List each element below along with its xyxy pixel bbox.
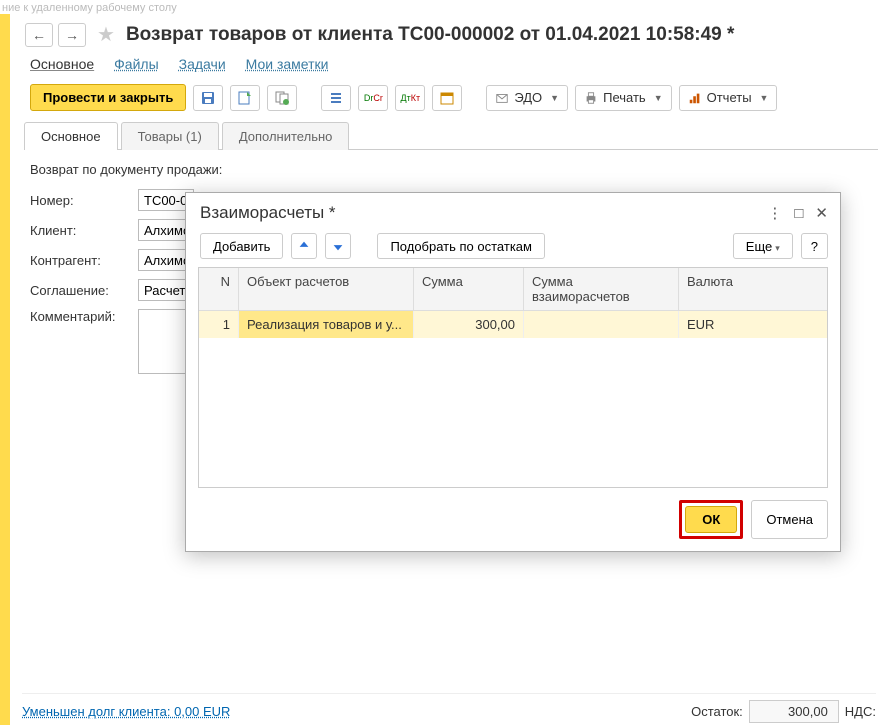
contragent-label: Контрагент: (30, 253, 138, 268)
chevron-down-icon: ▼ (550, 93, 559, 103)
cell-currency[interactable]: EUR (679, 311, 827, 338)
cell-n: 1 (199, 311, 239, 338)
nds-label: НДС: (845, 704, 876, 719)
link-main[interactable]: Основное (30, 56, 94, 72)
dialog-close-icon[interactable]: ✕ (815, 204, 828, 222)
link-files[interactable]: Файлы (114, 56, 158, 72)
list-icon[interactable] (321, 85, 351, 111)
debt-reduced-link[interactable]: Уменьшен долг клиента: 0,00 EUR (22, 704, 230, 719)
pick-by-balance-button[interactable]: Подобрать по остаткам (377, 233, 545, 259)
tab-main[interactable]: Основное (24, 122, 118, 150)
table-row[interactable]: 1 Реализация товаров и у... 300,00 EUR (199, 311, 827, 338)
star-icon[interactable]: ★ (97, 22, 115, 47)
edo-dropdown[interactable]: ЭДО ▼ (486, 85, 568, 111)
dr-cr-icon[interactable]: DrCr (358, 85, 388, 111)
post-icon[interactable] (230, 85, 260, 111)
page-title: Возврат товаров от клиента ТС00-000002 о… (126, 24, 734, 46)
ok-highlight-box: ОК (679, 500, 743, 539)
settlements-dialog: Взаиморасчеты * ⋮ □ ✕ Добавить Подобрать… (185, 192, 841, 552)
print-dropdown[interactable]: Печать ▼ (575, 85, 672, 111)
print-label: Печать (603, 90, 646, 105)
move-down-button[interactable] (325, 233, 351, 259)
client-label: Клиент: (30, 223, 138, 238)
remote-desktop-caption: ние к удаленному рабочему столу (0, 0, 888, 14)
chevron-down-icon: ▼ (654, 93, 663, 103)
dialog-title: Взаиморасчеты * (200, 203, 336, 223)
col-currency: Валюта (679, 268, 827, 310)
cell-object[interactable]: Реализация товаров и у... (239, 311, 414, 338)
balance-label: Остаток: (691, 704, 743, 719)
cell-sum[interactable]: 300,00 (414, 311, 524, 338)
balance-value: 300,00 (749, 700, 839, 723)
reports-label: Отчеты (707, 90, 752, 105)
more-button[interactable]: Еще▾ (733, 233, 793, 259)
tab-extra[interactable]: Дополнительно (222, 122, 350, 150)
tab-goods[interactable]: Товары (1) (121, 122, 219, 150)
forward-button[interactable]: → (58, 23, 86, 47)
reports-dropdown[interactable]: Отчеты ▼ (679, 85, 778, 111)
save-icon[interactable] (193, 85, 223, 111)
dialog-menu-icon[interactable]: ⋮ (767, 204, 782, 222)
cell-mutual[interactable] (524, 311, 679, 338)
chevron-down-icon: ▼ (760, 93, 769, 103)
calendar-icon[interactable] (432, 85, 462, 111)
settlements-table[interactable]: N Объект расчетов Сумма Сумма взаиморасч… (198, 267, 828, 488)
agreement-label: Соглашение: (30, 283, 138, 298)
yellow-side-bar (0, 14, 10, 725)
dt-kt-icon[interactable]: ДтКт (395, 85, 425, 111)
link-notes[interactable]: Мои заметки (246, 56, 329, 72)
number-label: Номер: (30, 193, 138, 208)
dialog-maximize-icon[interactable]: □ (794, 205, 803, 222)
cancel-button[interactable]: Отмена (751, 500, 828, 539)
create-based-icon[interactable] (267, 85, 297, 111)
move-up-button[interactable] (291, 233, 317, 259)
chevron-down-icon: ▾ (775, 243, 780, 253)
post-and-close-button[interactable]: Провести и закрыть (30, 84, 186, 111)
return-by-document-label: Возврат по документу продажи: (20, 158, 878, 185)
col-object: Объект расчетов (239, 268, 414, 310)
more-label: Еще (746, 239, 772, 254)
help-button[interactable]: ? (801, 233, 828, 259)
back-button[interactable]: ← (25, 23, 53, 47)
edo-label: ЭДО (514, 90, 542, 105)
link-tasks[interactable]: Задачи (179, 56, 226, 72)
col-sum: Сумма (414, 268, 524, 310)
ok-button[interactable]: ОК (685, 506, 737, 533)
add-button[interactable]: Добавить (200, 233, 283, 259)
col-n: N (199, 268, 239, 310)
col-mutual: Сумма взаиморасчетов (524, 268, 679, 310)
comment-label: Комментарий: (30, 309, 138, 324)
